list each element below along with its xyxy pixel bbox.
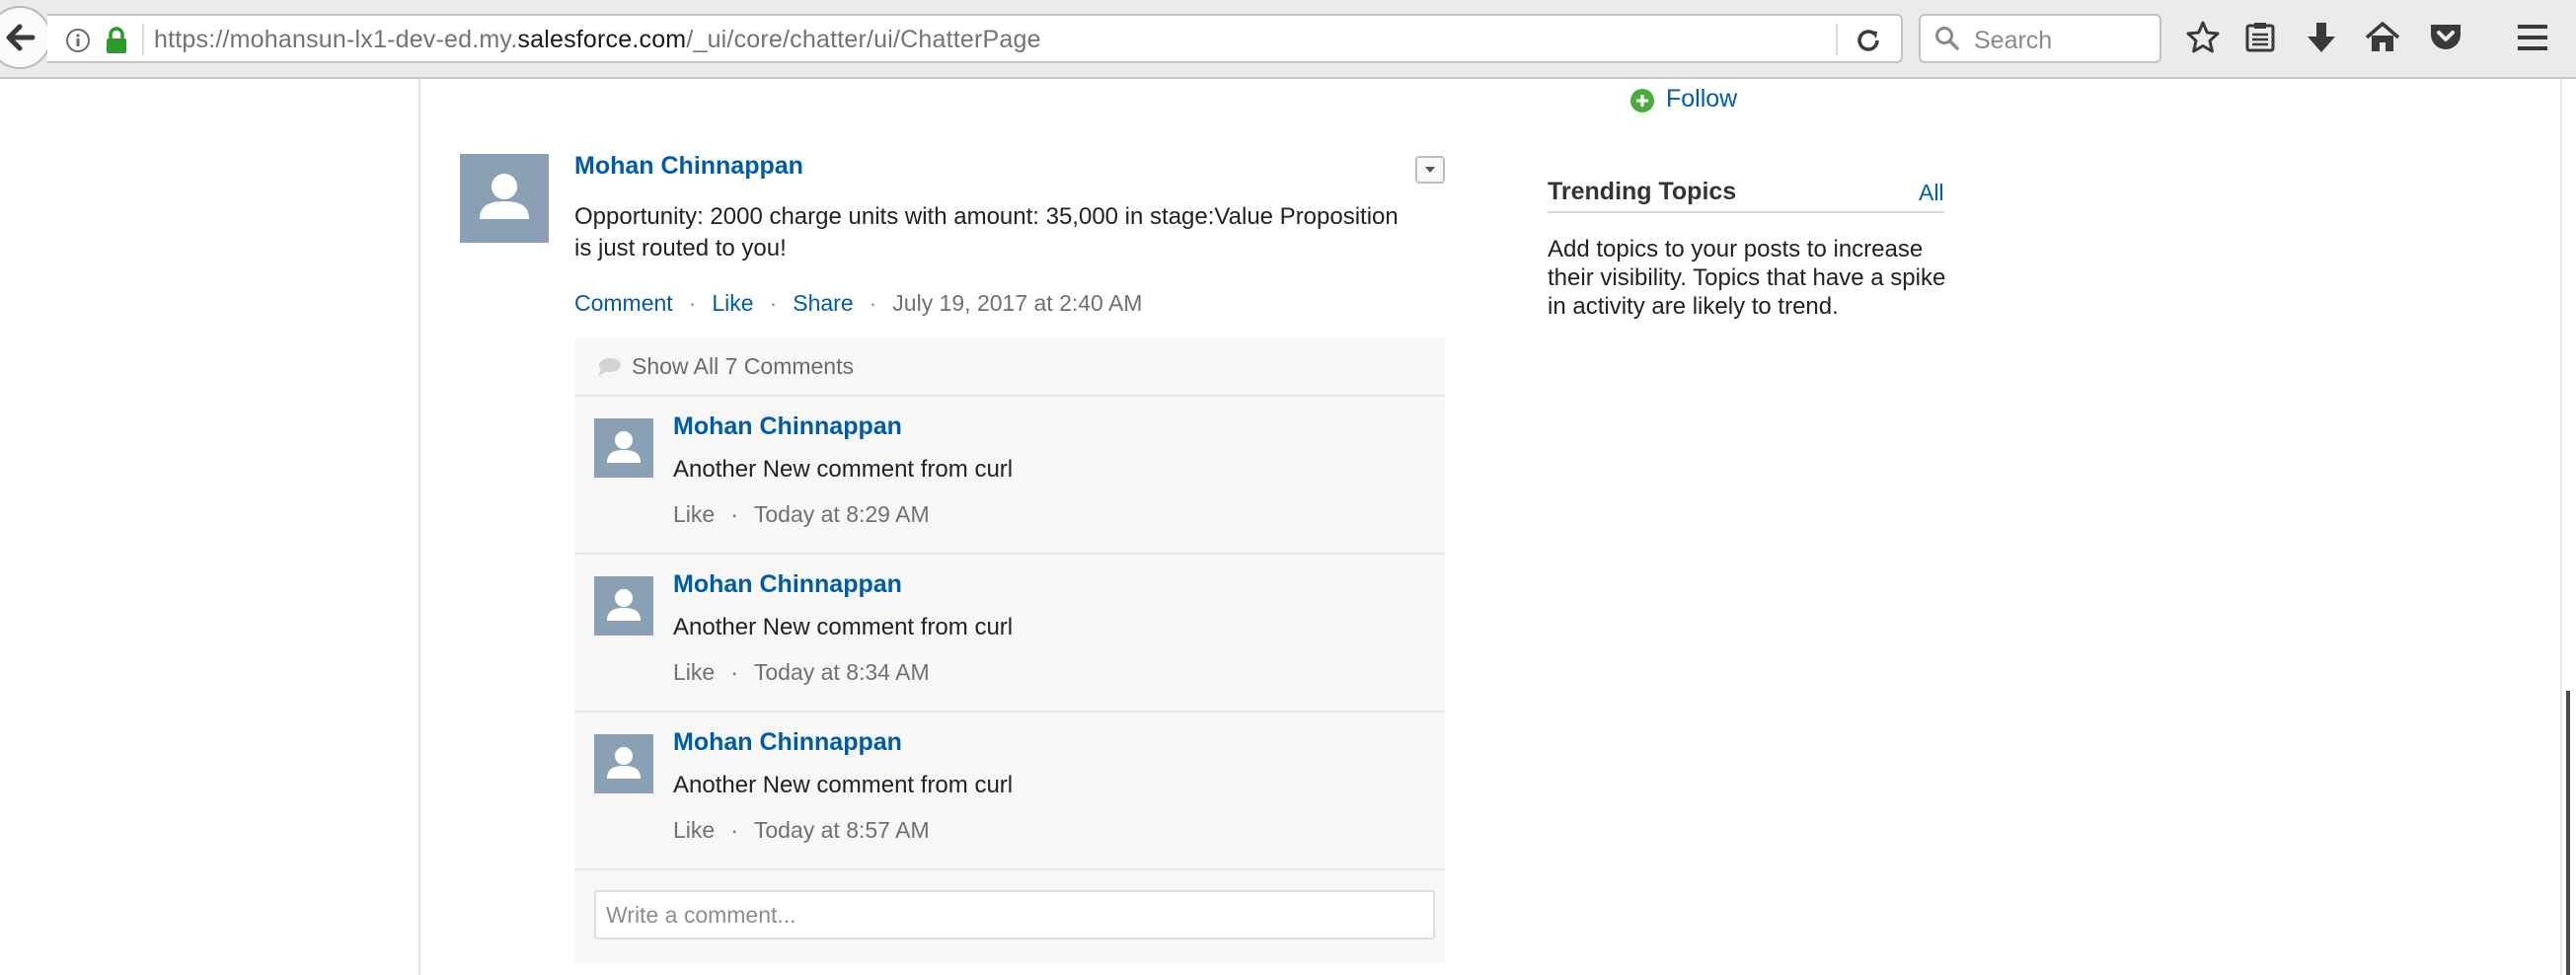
separator: · [730, 817, 738, 843]
separator: · [730, 659, 738, 685]
separator: · [688, 290, 697, 316]
trending-topics-title: Trending Topics [1548, 178, 1737, 205]
comment-item: Mohan Chinnappan Another New comment fro… [574, 712, 1445, 870]
like-link[interactable]: Like [712, 290, 753, 316]
trending-topics-description: Add topics to your posts to increase the… [1548, 236, 1946, 320]
scrollbar[interactable] [2566, 691, 2570, 975]
comment-item: Mohan Chinnappan Another New comment fro… [574, 397, 1445, 555]
comment-item: Mohan Chinnappan Another New comment fro… [574, 555, 1445, 712]
follow-plus-icon[interactable] [1630, 89, 1654, 112]
download-icon[interactable] [2302, 18, 2341, 57]
search-icon [1934, 26, 1960, 56]
avatar[interactable] [594, 576, 653, 636]
avatar[interactable] [594, 418, 653, 478]
url-path: /_ui/core/chatter/ui/ChatterPage [686, 26, 1041, 53]
share-link[interactable]: Share [793, 290, 853, 316]
avatar[interactable] [460, 154, 549, 243]
post-actions: Comment · Like · Share · July 19, 2017 at 2:40… [574, 290, 1142, 317]
reload-icon[interactable] [1854, 26, 1883, 60]
comment-bubble-icon [596, 357, 622, 382]
user-icon [607, 747, 641, 779]
comments-section: Show All 7 Comments Mohan Chinnappan Ano… [574, 338, 1445, 963]
lock-icon[interactable] [105, 26, 128, 60]
comment-link[interactable]: Comment [574, 290, 673, 316]
post-timestamp[interactable]: July 19, 2017 at 2:40 AM [892, 290, 1142, 316]
comment-author-link[interactable]: Mohan Chinnappan [673, 570, 902, 599]
browser-toolbar: https://mohansun-lx1-dev-ed.my.salesforc… [0, 0, 2576, 79]
comment-meta: Like · Today at 8:57 AM [673, 817, 930, 844]
separator: · [869, 290, 877, 316]
comment-meta: Like · Today at 8:34 AM [673, 659, 930, 686]
comment-like-link[interactable]: Like [673, 817, 715, 843]
comment-meta: Like · Today at 8:29 AM [673, 501, 930, 528]
comment-timestamp: Today at 8:29 AM [753, 501, 930, 527]
comment-author-link[interactable]: Mohan Chinnappan [673, 412, 902, 441]
post-dropdown-button[interactable] [1415, 156, 1445, 184]
window-edge [2560, 79, 2562, 975]
comment-text: Another New comment from curl [673, 456, 1014, 483]
show-all-comments[interactable]: Show All 7 Comments [574, 338, 1445, 397]
search-placeholder: Search [1974, 27, 2053, 54]
follow-link[interactable]: Follow [1666, 85, 1737, 113]
url-text[interactable]: https://mohansun-lx1-dev-ed.my.salesforc… [154, 26, 1041, 53]
show-all-comments-label[interactable]: Show All 7 Comments [632, 353, 854, 380]
reading-list-icon[interactable] [2240, 18, 2280, 57]
chevron-down-icon [1425, 167, 1435, 173]
url-domain: salesforce.com [517, 26, 687, 53]
separator: · [730, 501, 738, 527]
divider [1548, 211, 1944, 213]
post-body: Opportunity: 2000 charge units with amou… [574, 203, 1399, 262]
user-icon [607, 589, 641, 621]
comment-timestamp: Today at 8:34 AM [753, 659, 930, 685]
separator: · [769, 290, 778, 316]
comment-like-link[interactable]: Like [673, 659, 715, 685]
browser-search-bar[interactable]: Search [1919, 14, 2161, 63]
comment-author-link[interactable]: Mohan Chinnappan [673, 728, 902, 757]
avatar[interactable] [594, 734, 653, 793]
menu-icon[interactable] [2513, 18, 2552, 57]
url-separator [1836, 24, 1838, 55]
content-divider [418, 79, 420, 975]
url-separator [142, 24, 144, 55]
back-arrow-icon [6, 24, 36, 51]
trending-all-link[interactable]: All [1919, 180, 1944, 206]
back-button[interactable] [0, 6, 51, 69]
comment-timestamp: Today at 8:57 AM [753, 817, 930, 843]
comment-input[interactable] [596, 892, 1415, 938]
post-author-link[interactable]: Mohan Chinnappan [574, 152, 803, 181]
comment-like-link[interactable]: Like [673, 501, 715, 527]
url-prefix: https://mohansun-lx1-dev-ed.my. [154, 26, 518, 53]
home-icon[interactable] [2363, 18, 2402, 57]
user-icon [607, 431, 641, 463]
comment-text: Another New comment from curl [673, 772, 1014, 798]
address-bar[interactable]: https://mohansun-lx1-dev-ed.my.salesforc… [47, 14, 1903, 63]
site-info-icon[interactable] [65, 28, 91, 58]
user-icon [480, 174, 529, 219]
write-comment-box[interactable] [594, 890, 1435, 939]
pocket-icon[interactable] [2426, 18, 2465, 57]
bookmark-star-icon[interactable] [2183, 18, 2223, 57]
comment-text: Another New comment from curl [673, 614, 1014, 640]
